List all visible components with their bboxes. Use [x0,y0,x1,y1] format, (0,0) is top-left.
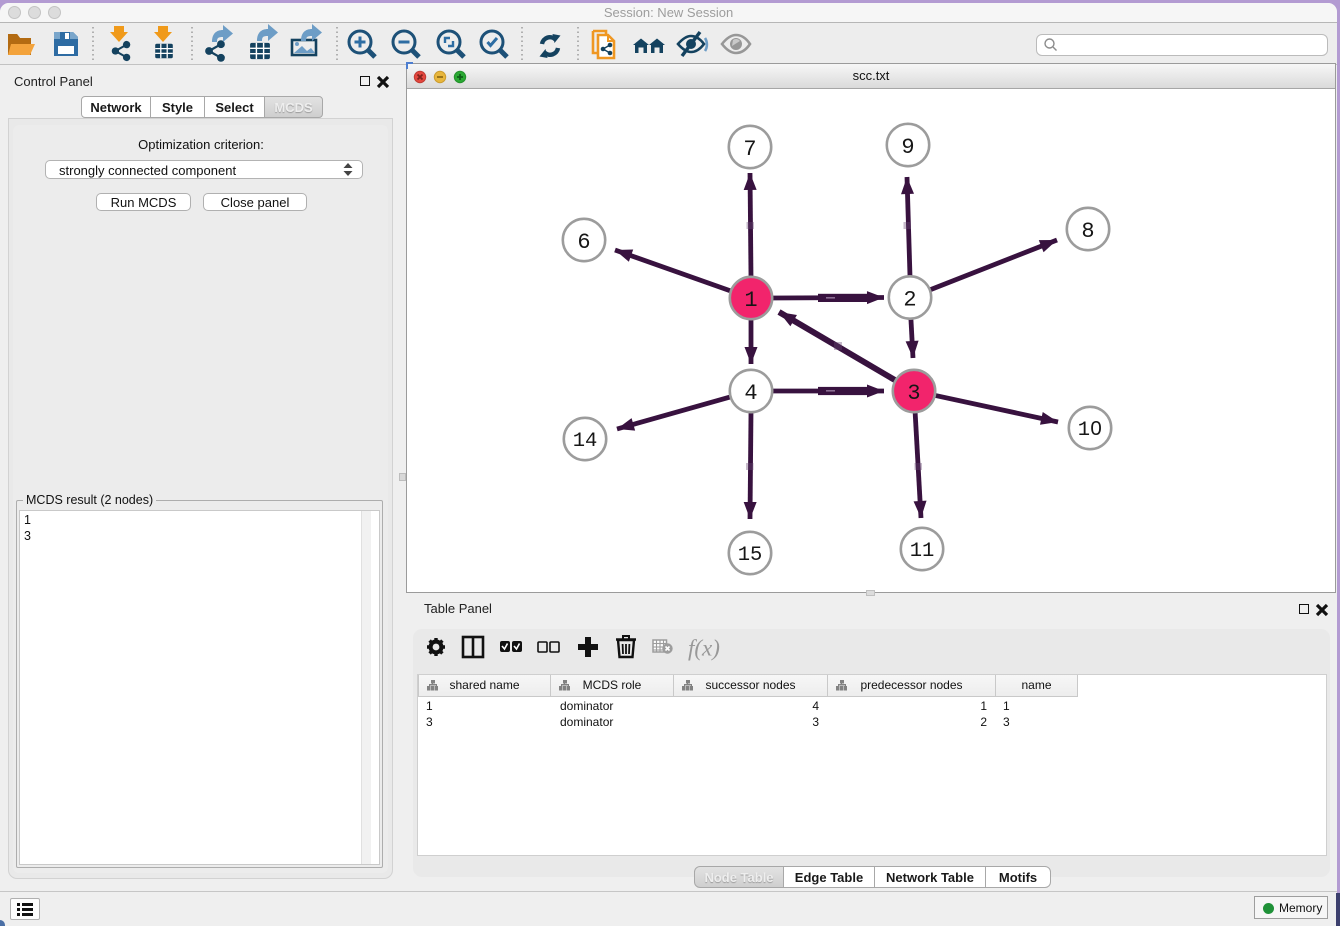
svg-text:11: 11 [910,540,935,563]
svg-text:f(x): f(x) [688,636,720,661]
svg-text:14: 14 [573,430,598,453]
svg-text:6: 6 [577,230,590,255]
svg-text:4: 4 [744,381,757,406]
svg-text:0: 0 [1090,417,1101,440]
svg-text:1: 1 [1078,419,1090,442]
svg-text:15: 15 [738,544,763,567]
svg-text:3: 3 [907,381,920,406]
svg-text:9: 9 [901,135,914,160]
svg-text:2: 2 [903,288,916,313]
svg-text:1: 1 [744,288,757,313]
svg-text:8: 8 [1081,219,1094,244]
svg-text:7: 7 [743,137,756,162]
